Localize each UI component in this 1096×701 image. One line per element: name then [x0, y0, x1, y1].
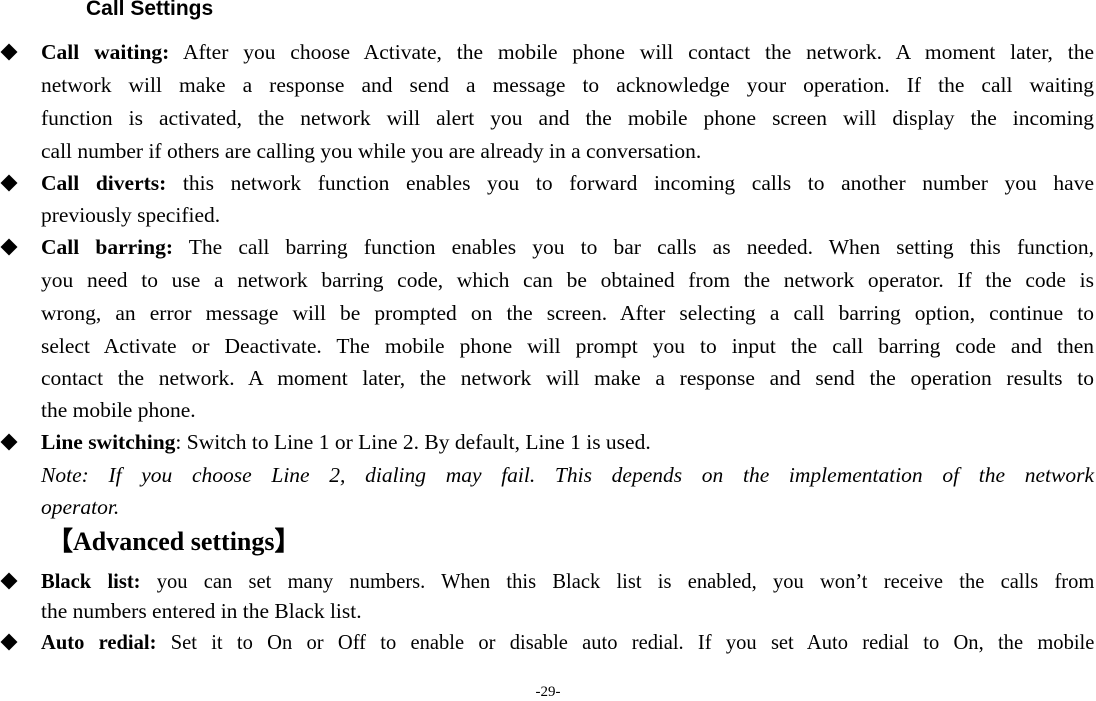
- call-diverts-line-2: previously specified.: [41, 203, 221, 227]
- black-list-line-2: the numbers entered in the Black list.: [41, 599, 362, 623]
- black-list-line-1: Black list: you can set many numbers. Wh…: [41, 567, 1094, 595]
- call-waiting-line-1: Call waiting: After you choose Activate,…: [41, 38, 1094, 66]
- text: After you choose Activate, the mobile ph…: [169, 40, 1094, 64]
- advanced-settings-heading: 【Advanced settings】: [47, 527, 301, 556]
- text: Set it to On or Off to enable or disable…: [156, 630, 1095, 654]
- call-barring-line-2: you need to use a network barring code, …: [41, 268, 1094, 292]
- call-barring-line-3: wrong, an error message will be prompted…: [41, 301, 1094, 325]
- term-call-waiting: Call waiting:: [41, 40, 170, 64]
- page-number: -29-: [535, 684, 561, 700]
- text: The call barring function enables you to…: [173, 235, 1094, 259]
- call-barring-line-1: Call barring: The call barring function …: [41, 233, 1094, 261]
- diamond-bullet-icon: [0, 238, 18, 256]
- call-barring-line-6: the mobile phone.: [41, 398, 196, 422]
- call-waiting-line-3: function is activated, the network will …: [41, 106, 1094, 130]
- diamond-bullet-icon: [0, 174, 18, 192]
- section-title: Call Settings: [86, 0, 214, 20]
- term-auto-redial: Auto redial:: [41, 630, 157, 654]
- note-line-1: Note: If you choose Line 2, dialing may …: [41, 463, 1094, 487]
- term-line-switching: Line switching: [41, 430, 176, 454]
- term-call-barring: Call barring:: [41, 235, 174, 259]
- call-diverts-line-1: Call diverts: this network function enab…: [41, 169, 1094, 197]
- diamond-bullet-icon: [0, 433, 18, 451]
- term-call-diverts: Call diverts:: [41, 171, 167, 195]
- text: this network function enables you to for…: [166, 171, 1094, 195]
- call-barring-line-5: contact the network. A moment later, the…: [41, 366, 1094, 390]
- auto-redial-line-1: Auto redial: Set it to On or Off to enab…: [41, 628, 1094, 656]
- text: you can set many numbers. When this Blac…: [140, 569, 1095, 593]
- call-waiting-line-2: network will make a response and send a …: [41, 73, 1094, 97]
- line-switching-line-1: Line switching: Switch to Line 1 or Line…: [41, 428, 1094, 456]
- diamond-bullet-icon: [0, 633, 18, 651]
- text: : Switch to Line 1 or Line 2. By default…: [175, 430, 651, 454]
- call-waiting-line-4: call number if others are calling you wh…: [41, 139, 702, 163]
- note-line-2: operator.: [41, 495, 120, 519]
- diamond-bullet-icon: [0, 43, 18, 61]
- call-barring-line-4: select Activate or Deactivate. The mobil…: [41, 334, 1094, 358]
- diamond-bullet-icon: [0, 572, 18, 590]
- term-black-list: Black list:: [41, 569, 141, 593]
